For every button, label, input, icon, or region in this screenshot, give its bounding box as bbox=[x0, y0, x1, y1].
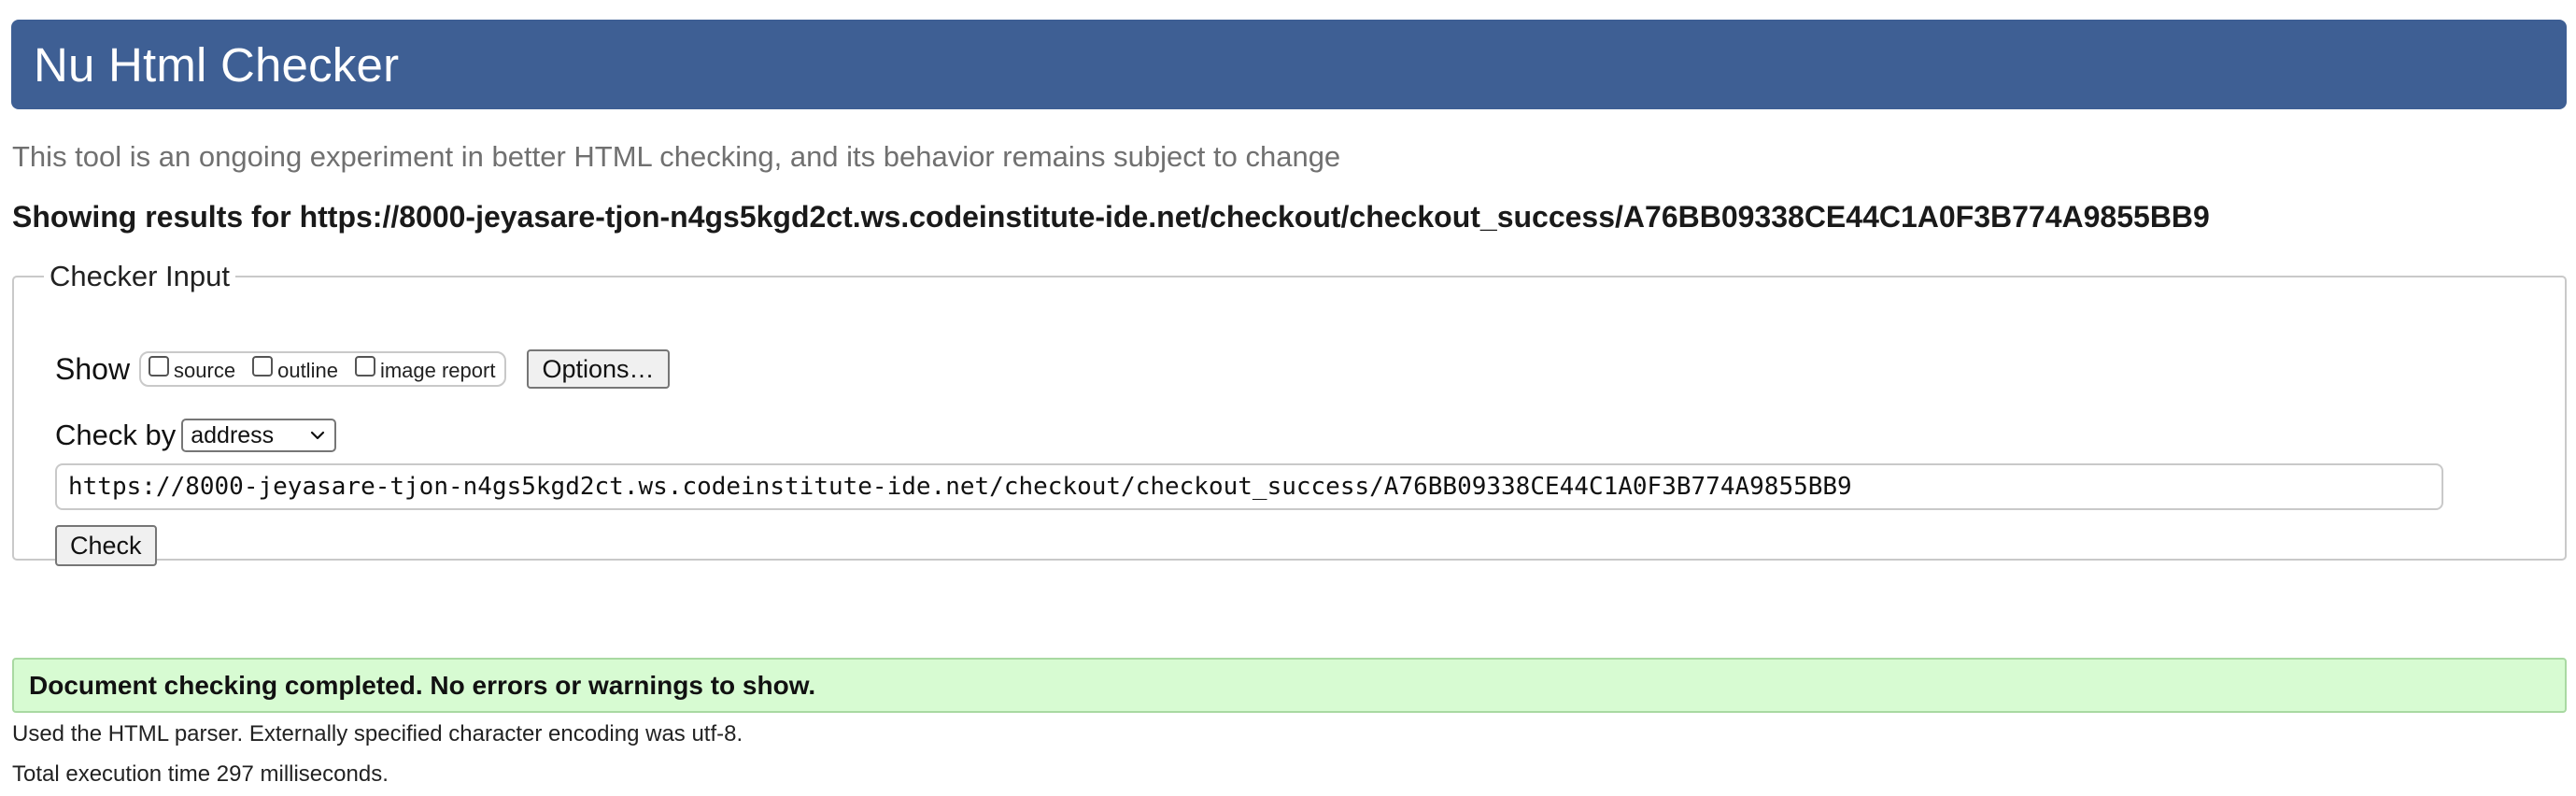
check-by-row: Check by address bbox=[55, 419, 337, 452]
check-by-select[interactable]: address bbox=[181, 419, 337, 452]
check-by-selected-value: address bbox=[191, 421, 275, 448]
execution-time: Total execution time 297 milliseconds. bbox=[12, 761, 389, 787]
check-button[interactable]: Check bbox=[55, 525, 157, 566]
options-button[interactable]: Options… bbox=[527, 349, 670, 389]
show-options-group: source outline image report bbox=[139, 351, 507, 387]
chevron-down-icon bbox=[310, 428, 325, 443]
source-checkbox-label: source bbox=[174, 359, 236, 382]
success-message: Document checking completed. No errors o… bbox=[12, 658, 2567, 713]
tool-description: This tool is an ongoing experiment in be… bbox=[12, 140, 1341, 173]
outline-checkbox[interactable] bbox=[252, 356, 274, 377]
show-outline-option[interactable]: outline bbox=[252, 355, 338, 383]
parser-info: Used the HTML parser. Externally specifi… bbox=[12, 721, 743, 746]
image-report-checkbox-label: image report bbox=[379, 359, 496, 382]
app-title: Nu Html Checker bbox=[34, 37, 400, 92]
show-source-option[interactable]: source bbox=[149, 355, 235, 383]
checker-input-fieldset: Checker Input Show source outline image … bbox=[12, 260, 2567, 566]
page-header: Nu Html Checker bbox=[11, 20, 2567, 109]
show-row: Show source outline image report Options… bbox=[55, 349, 670, 389]
checker-input-legend: Checker Input bbox=[50, 260, 230, 292]
show-image-report-option[interactable]: image report bbox=[354, 355, 496, 383]
outline-checkbox-label: outline bbox=[277, 359, 338, 382]
url-input[interactable]: https://8000-jeyasare-tjon-n4gs5kgd2ct.w… bbox=[55, 463, 2443, 510]
source-checkbox[interactable] bbox=[149, 356, 170, 377]
show-label: Show bbox=[55, 351, 131, 386]
results-heading: Showing results for https://8000-jeyasar… bbox=[12, 200, 2210, 234]
check-by-label: Check by bbox=[55, 419, 177, 451]
image-report-checkbox[interactable] bbox=[354, 356, 375, 377]
